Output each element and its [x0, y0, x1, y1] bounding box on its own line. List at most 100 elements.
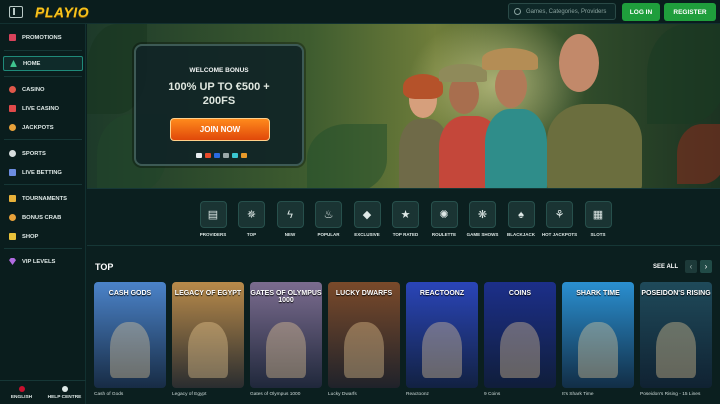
flag-icon	[18, 385, 25, 392]
category-label: EXCLUSIVE	[354, 232, 380, 237]
sidebar-item-live-casino[interactable]: LIVE CASINO	[3, 101, 83, 116]
game-name: It's Shark Time	[562, 392, 594, 397]
sidebar-item-casino[interactable]: CASINO	[3, 82, 83, 97]
category-label: GAME SHOWS	[466, 232, 499, 237]
welcome-bonus-card: WELCOME BONUS 100% UP TO €500 + 200FS JO…	[134, 44, 304, 166]
sidebar-item-label: TOURNAMENTS	[22, 195, 67, 202]
game-thumbnail: POSEIDON'S RISING	[640, 282, 712, 388]
category-roulette[interactable]: ✺ ROULETTE	[425, 201, 463, 238]
game-art-title: LUCKY DWARFS	[335, 290, 393, 297]
sidebar-item-label: JACKPOTS	[22, 124, 54, 131]
language-label: ENGLISH	[10, 394, 33, 400]
sidebar-toggle-icon[interactable]	[9, 5, 23, 18]
crab-icon	[9, 214, 16, 221]
category-providers[interactable]: ▤ PROVIDERS	[194, 201, 232, 238]
explorer-man-4	[547, 104, 642, 188]
category-label: TOP RATED	[392, 232, 419, 237]
category-game-shows[interactable]: ❋ GAME SHOWS	[464, 201, 502, 238]
game-name: Legacy of Egypt	[172, 392, 207, 397]
sidebar-item-label: VIP LEVELS	[22, 258, 56, 265]
category-label: TOP	[246, 232, 257, 237]
sidebar-item-label: SHOP	[22, 233, 39, 240]
sidebar-item-sports[interactable]: SPORTS	[3, 146, 83, 161]
star-icon: ★	[392, 201, 419, 228]
help-centre-link[interactable]: HELP CENTRE	[43, 381, 86, 404]
payment-icon	[222, 153, 229, 158]
game-art-title: COINS	[508, 290, 532, 297]
sidebar-item-bonus-crab[interactable]: BONUS CRAB	[3, 210, 83, 225]
visa-icon	[195, 153, 202, 158]
hot-jackpot-icon: ⚘	[546, 201, 573, 228]
see-all-link[interactable]: SEE ALL	[653, 264, 678, 270]
game-tile[interactable]: SHARK TIME It's Shark Time	[562, 282, 634, 397]
help-label: HELP CENTRE	[47, 394, 82, 400]
bonus-offer-line-2: 200FS	[202, 95, 236, 107]
foliage	[307, 124, 387, 188]
join-now-button[interactable]: JOIN NOW	[170, 118, 270, 141]
providers-icon: ▤	[199, 201, 227, 228]
explorer-hat	[439, 64, 487, 82]
category-popular[interactable]: ♨ POPULAR	[310, 201, 348, 238]
sidebar-item-shop[interactable]: SHOP	[3, 229, 83, 244]
game-name: 9 Coins	[484, 392, 501, 397]
category-top-rated[interactable]: ★ TOP RATED	[387, 201, 425, 238]
lightning-icon: ϟ	[276, 201, 304, 228]
game-tile[interactable]: COINS 9 Coins	[484, 282, 556, 397]
live-casino-icon	[9, 105, 16, 112]
sidebar-item-live-betting[interactable]: LIVE BETTING	[3, 165, 83, 180]
foliage	[647, 24, 720, 124]
game-tile[interactable]: LEGACY OF EGYPT Legacy of Egypt	[172, 282, 244, 397]
game-character	[422, 322, 462, 378]
game-character	[500, 322, 540, 378]
category-slots[interactable]: ▦ SLOTS	[579, 201, 617, 238]
bonus-offer: 100% UP TO €500 + 200FS	[136, 80, 302, 108]
game-name: Reactoonz	[406, 392, 429, 397]
sidebar-item-jackpots[interactable]: JACKPOTS	[3, 120, 83, 135]
category-label: HOT JACKPOTS	[541, 232, 578, 237]
search-input[interactable]: Games, Categories, Providers	[508, 3, 616, 20]
divider	[4, 248, 82, 249]
category-label: POPULAR	[317, 232, 340, 237]
category-new[interactable]: ϟ NEW	[271, 201, 309, 238]
search-icon	[514, 8, 521, 15]
game-art-title: GATES OF OLYMPUS 1000	[250, 290, 322, 304]
next-arrow-icon[interactable]: ›	[700, 260, 712, 273]
games-carousel: CASH GODS Cash of Gods LEGACY OF EGYPT Lega…	[94, 282, 720, 404]
sidebar-item-tournaments[interactable]: TOURNAMENTS	[3, 191, 83, 206]
prev-arrow-icon[interactable]: ‹	[685, 260, 697, 273]
divider	[4, 50, 82, 51]
sidebar-item-promotions[interactable]: PROMOTIONS	[3, 30, 83, 45]
sidebar-item-home[interactable]: HOME	[3, 56, 83, 71]
game-tile[interactable]: POSEIDON'S RISING Poseidon's Rising - 15 …	[640, 282, 712, 397]
sidebar-item-vip-levels[interactable]: VIP LEVELS	[3, 254, 83, 269]
game-tile[interactable]: CASH GODS Cash of Gods	[94, 282, 166, 397]
game-tile[interactable]: REACTOONZ Reactoonz	[406, 282, 478, 397]
game-character	[188, 322, 228, 378]
category-exclusive[interactable]: ◆ EXCLUSIVE	[348, 201, 386, 238]
top-bar: PLAYIO Games, Categories, Providers LOG …	[0, 0, 720, 24]
shop-icon	[9, 233, 16, 240]
game-tile[interactable]: GATES OF OLYMPUS 1000 Gates of Olympus 10…	[250, 282, 322, 397]
star-burst-icon: ✵	[238, 201, 265, 228]
payment-methods	[188, 153, 254, 161]
slots-icon: ▦	[584, 201, 612, 228]
divider	[4, 76, 82, 77]
game-tile[interactable]: LUCKY DWARFS Lucky Dwarfs	[328, 282, 400, 397]
language-selector[interactable]: ENGLISH	[0, 381, 43, 404]
game-thumbnail: LEGACY OF EGYPT	[172, 282, 244, 388]
payment-icon	[231, 153, 238, 158]
category-hot-jackpots[interactable]: ⚘ HOT JACKPOTS	[541, 201, 579, 238]
category-blackjack[interactable]: ♠ BLACKJACK	[502, 201, 540, 238]
game-thumbnail: SHARK TIME	[562, 282, 634, 388]
game-name: Poseidon's Rising - 15 Lines	[640, 392, 701, 397]
register-button[interactable]: REGISTER	[664, 3, 716, 21]
category-top[interactable]: ✵ TOP	[233, 201, 271, 238]
game-art-title: REACTOONZ	[419, 290, 465, 297]
divider	[4, 184, 82, 185]
explorer-hat	[482, 48, 538, 70]
hero-banner: WELCOME BONUS 100% UP TO €500 + 200FS JO…	[87, 24, 720, 188]
logo[interactable]: PLAYIO	[35, 4, 89, 20]
login-button[interactable]: LOG IN	[622, 3, 660, 21]
sidebar-item-label: LIVE BETTING	[22, 169, 62, 176]
trophy-icon	[9, 195, 16, 202]
